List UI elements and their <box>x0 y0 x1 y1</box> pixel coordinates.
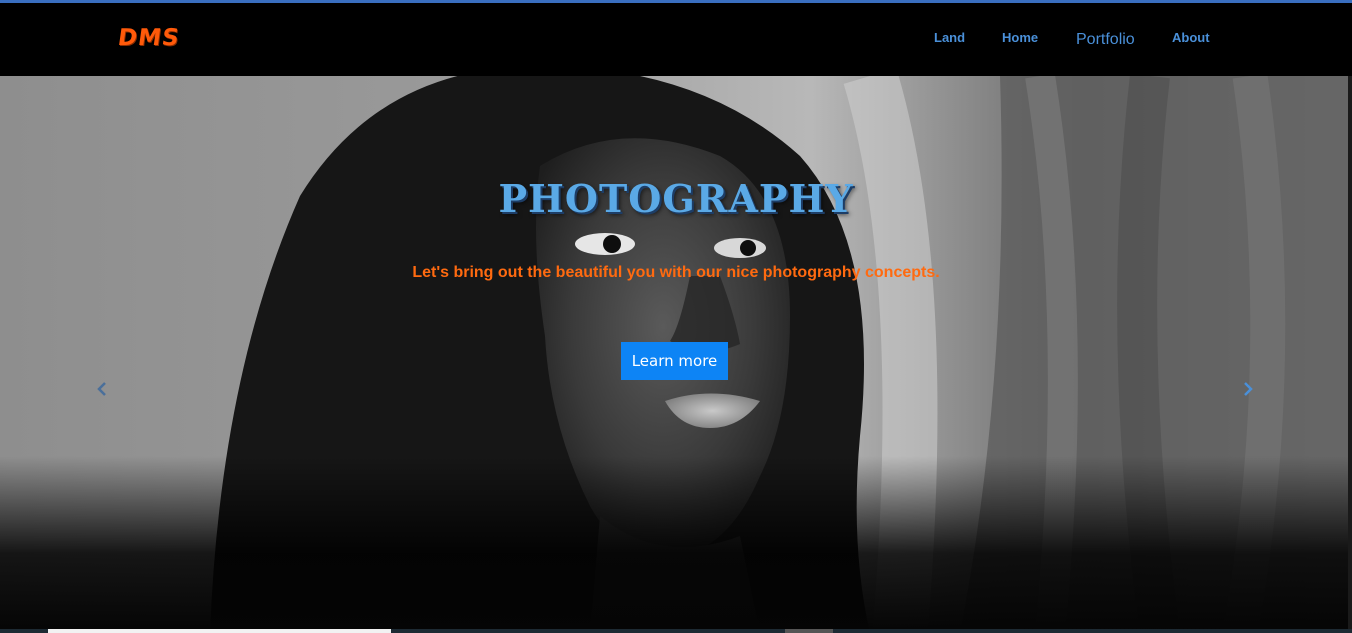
brand-logo[interactable]: DMS <box>116 25 181 51</box>
bottom-block <box>785 629 833 633</box>
nav-link-portfolio[interactable]: Portfolio <box>1076 31 1135 49</box>
nav-link-home[interactable]: Home <box>1002 30 1038 45</box>
hero-subtitle: Let's bring out the beautiful you with o… <box>412 264 940 281</box>
hero-title: PHOTOGRAPHY <box>498 176 854 221</box>
learn-more-button[interactable]: Learn more <box>621 342 728 380</box>
chevron-right-icon[interactable] <box>1238 375 1258 403</box>
navbar: DMS Land Home Portfolio About <box>0 3 1352 76</box>
bottom-panel <box>48 629 391 633</box>
hero-carousel: PHOTOGRAPHY Let's bring out the beautifu… <box>0 76 1352 633</box>
nav-link-about[interactable]: About <box>1172 30 1210 45</box>
chevron-left-icon[interactable] <box>92 375 112 403</box>
scrollbar[interactable] <box>1348 76 1352 633</box>
nav-link-land[interactable]: Land <box>934 30 965 45</box>
